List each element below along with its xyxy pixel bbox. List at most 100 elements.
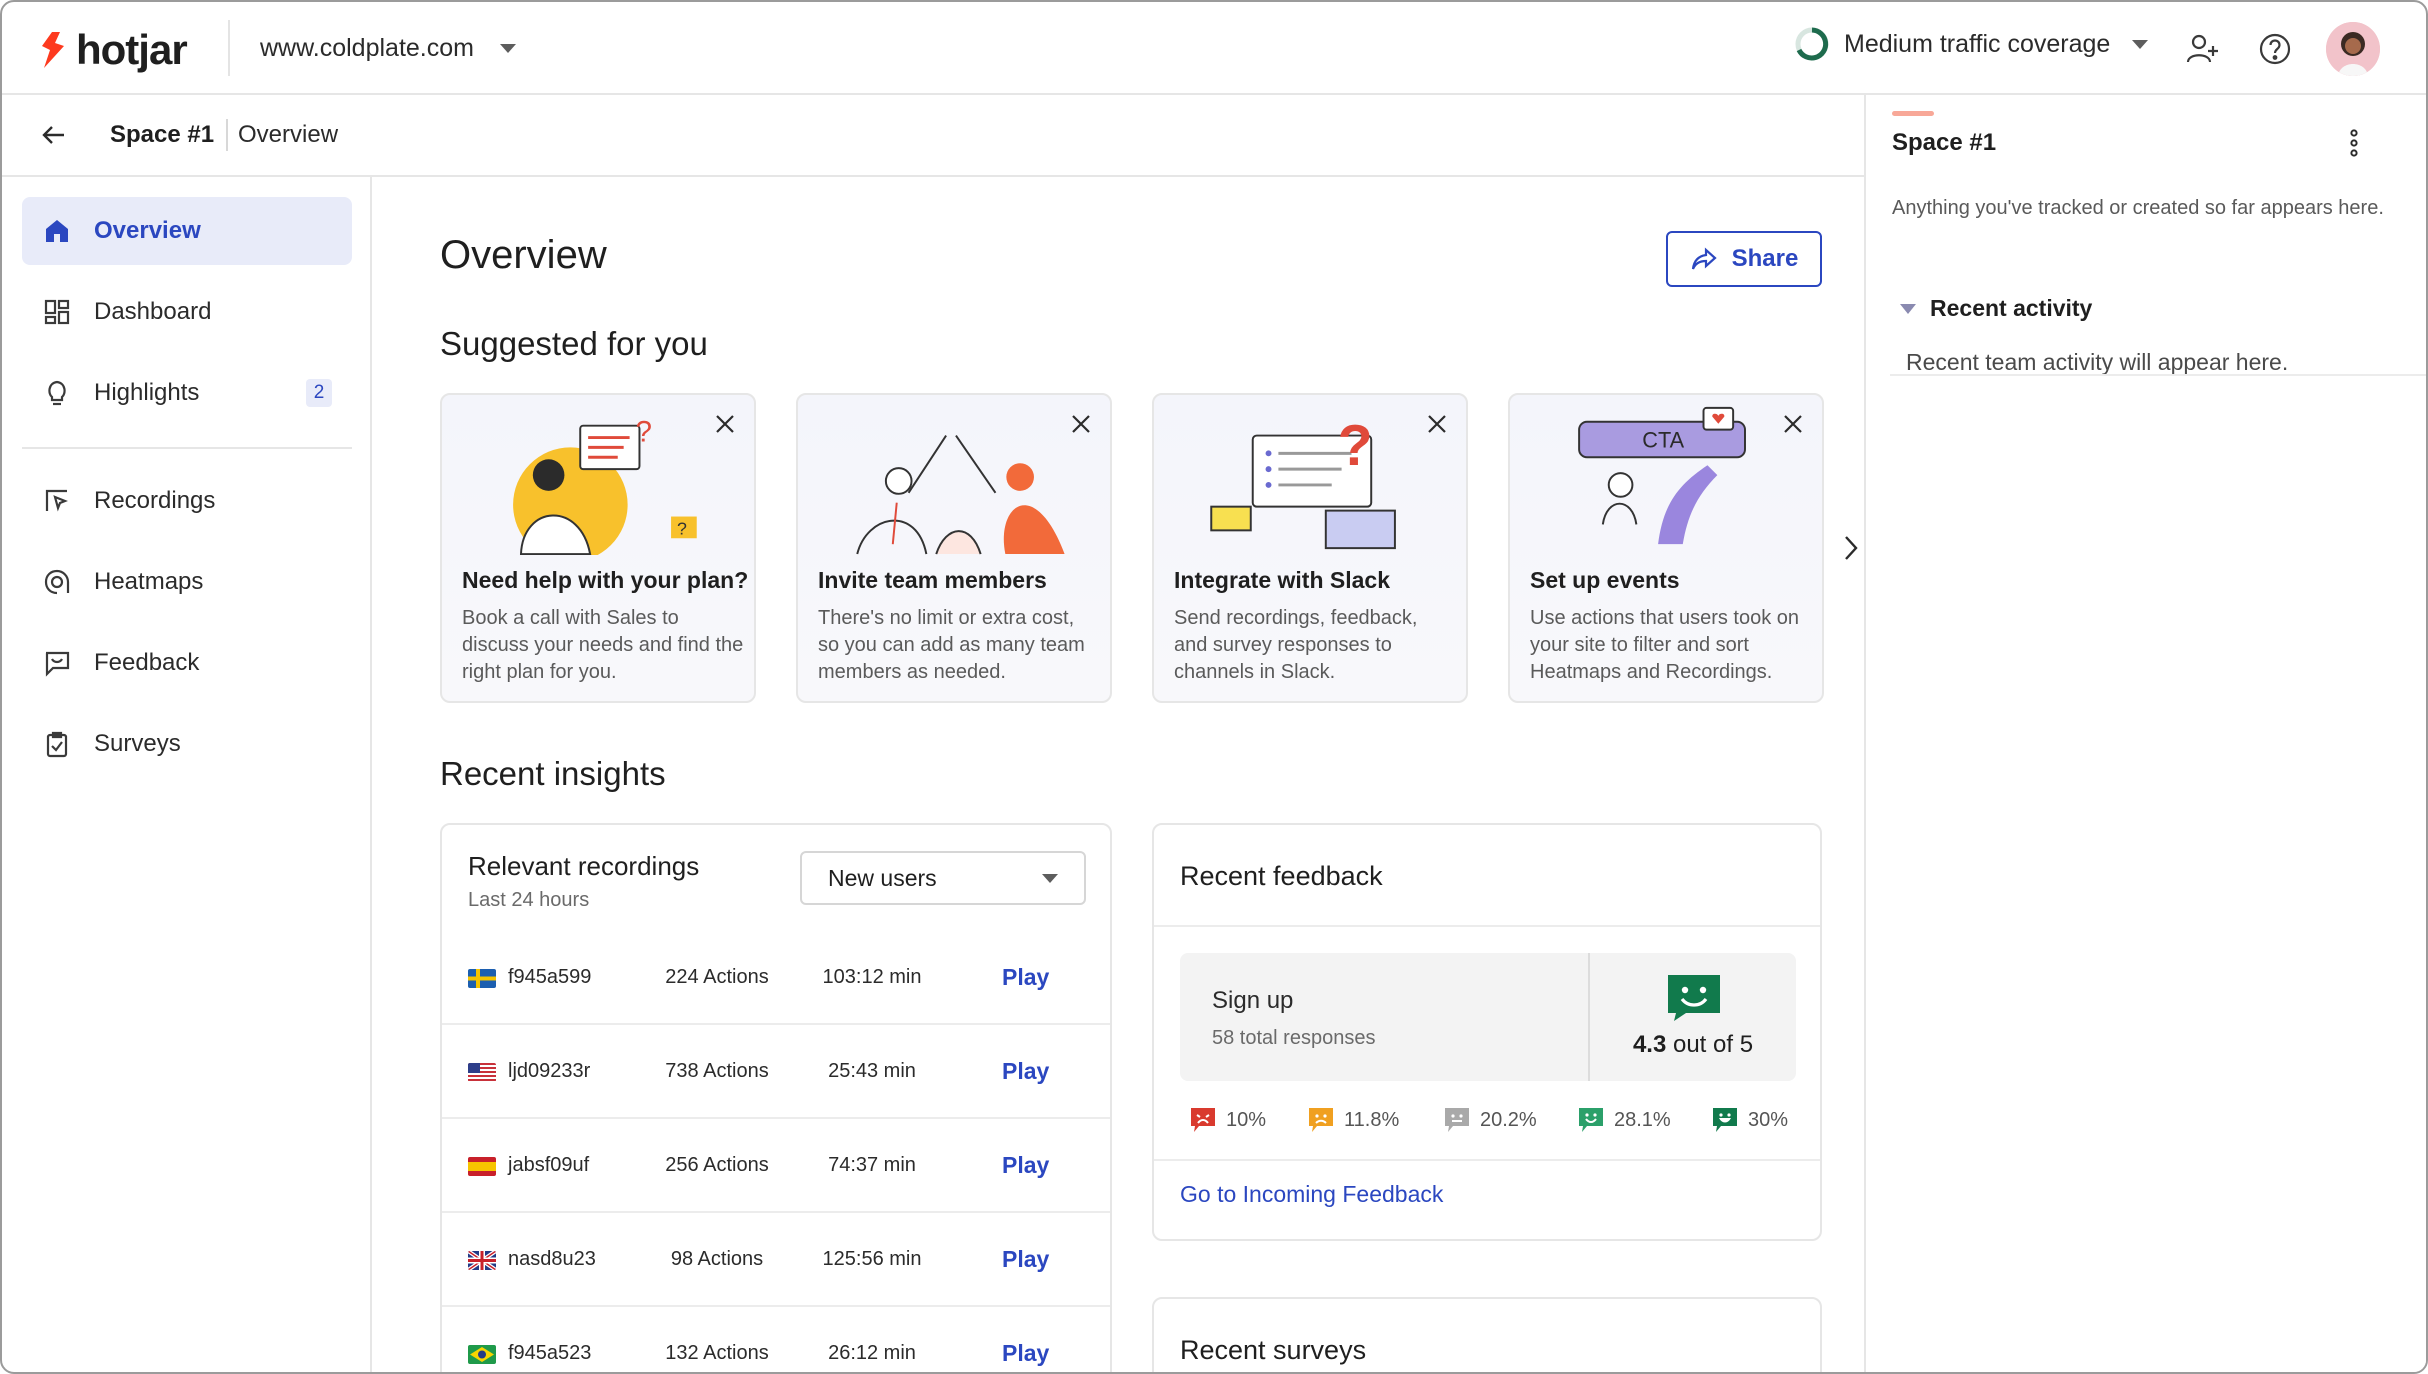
user-segment-select[interactable]: New users	[800, 851, 1086, 905]
sidebar-item-label: Feedback	[94, 649, 200, 676]
feedback-divider	[1154, 1159, 1820, 1161]
play-button[interactable]: Play	[1002, 1340, 1049, 1367]
rating-very-bad: 10%	[1190, 1107, 1266, 1133]
heatmaps-icon	[42, 567, 72, 597]
recording-duration: 74:37 min	[828, 1154, 916, 1176]
suggestion-body: There's no limit or extra cost, so you c…	[818, 607, 1085, 683]
site-selector[interactable]: www.coldplate.com	[228, 20, 516, 76]
sweden-flag-icon	[468, 969, 496, 988]
feedback-summary[interactable]: Sign up 58 total responses 4.3 out of 5	[1180, 953, 1796, 1081]
panel-description: Anything you've tracked or created so fa…	[1892, 197, 2384, 219]
back-button[interactable]	[38, 119, 70, 156]
suggestions-next-button[interactable]	[1840, 533, 1862, 568]
coverage-label: Medium traffic coverage	[1844, 29, 2111, 58]
feedback-icon	[42, 648, 72, 678]
sidebar-item-recordings[interactable]: Recordings	[22, 467, 352, 535]
play-button[interactable]: Play	[1002, 1246, 1049, 1273]
recording-id: nasd8u23	[508, 1248, 596, 1270]
recording-actions: 738 Actions	[665, 1060, 769, 1082]
play-button[interactable]: Play	[1002, 1152, 1049, 1179]
incoming-feedback-link[interactable]: Go to Incoming Feedback	[1180, 1181, 1443, 1208]
suggestion-title: Invite team members	[818, 567, 1047, 593]
table-row[interactable]: f945a599 224 Actions 103:12 min Play	[442, 931, 1110, 1025]
sidebar-item-surveys[interactable]: Surveys	[22, 710, 352, 778]
slack-integration-illustration: ?	[1210, 414, 1396, 550]
user-segment-value: New users	[828, 864, 937, 891]
sidebar-item-heatmaps[interactable]: Heatmaps	[22, 548, 352, 616]
sidebar-item-highlights[interactable]: Highlights 2	[22, 359, 352, 427]
share-button[interactable]: Share	[1666, 231, 1822, 287]
uk-flag-icon	[468, 1251, 496, 1270]
dashboard-icon	[42, 297, 72, 327]
chevron-down-icon	[2132, 39, 2149, 49]
page-title: Overview	[440, 233, 607, 277]
feedback-card-title: Recent feedback	[1180, 861, 1383, 891]
sidebar-item-label: Dashboard	[94, 298, 212, 325]
help-button[interactable]	[2254, 28, 2296, 70]
breadcrumb-divider	[226, 119, 228, 151]
recording-duration: 25:43 min	[828, 1060, 916, 1082]
sad-face-icon	[1309, 1108, 1333, 1132]
recording-actions: 224 Actions	[665, 966, 769, 988]
suggestion-card-slack[interactable]: ? Integrate with Slack Send recordings, …	[1152, 393, 1468, 703]
sidebar-item-overview[interactable]: Overview	[22, 197, 352, 265]
relevant-recordings-card: Relevant recordings Last 24 hours New us…	[440, 823, 1112, 1372]
invite-user-button[interactable]	[2182, 28, 2224, 70]
app-window: hotjar www.coldplate.com Medium traffic …	[0, 0, 2428, 1374]
brazil-flag-icon	[468, 1345, 496, 1364]
suggestion-card-invite[interactable]: Invite team members There's no limit or …	[796, 393, 1112, 703]
recent-activity-toggle[interactable]: Recent activity	[1900, 295, 2092, 322]
recordings-card-subtitle: Last 24 hours	[468, 889, 590, 911]
sidebar-item-label: Highlights	[94, 379, 200, 406]
play-button[interactable]: Play	[1002, 964, 1049, 991]
traffic-coverage-selector[interactable]: Medium traffic coverage	[1794, 26, 2149, 62]
sidebar-item-feedback[interactable]: Feedback	[22, 629, 352, 697]
panel-divider	[1890, 374, 2426, 376]
rating-bad: 11.8%	[1308, 1107, 1399, 1133]
chevron-down-icon	[1042, 873, 1058, 883]
home-icon	[42, 216, 72, 246]
spain-flag-icon	[468, 1157, 496, 1176]
neutral-face-icon	[1445, 1108, 1469, 1132]
suggested-title: Suggested for you	[440, 325, 708, 362]
suggestion-card-plan[interactable]: ? ? Need help with your plan? Book a cal…	[440, 393, 756, 703]
suggestion-card-events[interactable]: CTA Set up events Use actions that users…	[1508, 393, 1824, 703]
rating-percent: 20.2%	[1480, 1108, 1537, 1131]
share-label: Share	[1731, 245, 1799, 272]
play-button[interactable]: Play	[1002, 1058, 1049, 1085]
add-user-icon	[2186, 34, 2218, 63]
table-row[interactable]: jabsf09uf 256 Actions 74:37 min Play	[442, 1119, 1110, 1213]
suggestion-title: Set up events	[1530, 567, 1680, 593]
rating-percent: 10%	[1226, 1108, 1267, 1131]
recording-duration: 103:12 min	[822, 966, 922, 988]
panel-menu-button[interactable]	[2346, 127, 2362, 164]
feedback-score: 4.3 out of 5	[1590, 1031, 1796, 1059]
high-five-illustration	[856, 435, 1065, 555]
happy-face-icon	[1668, 975, 1720, 1021]
usa-flag-icon	[468, 1063, 496, 1082]
sidebar-item-dashboard[interactable]: Dashboard	[22, 278, 352, 346]
suggestion-body: Book a call with Sales to discuss your n…	[462, 607, 744, 683]
help-icon	[2259, 33, 2291, 65]
feedback-score-suffix: out of 5	[1672, 1031, 1754, 1058]
recent-activity-label: Recent activity	[1930, 295, 2093, 321]
svg-text:?: ?	[677, 518, 687, 538]
hotjar-logo[interactable]: hotjar	[38, 26, 188, 74]
sidebar-item-label: Overview	[94, 217, 201, 244]
recording-id: jabsf09uf	[508, 1154, 590, 1176]
suggestion-title: Integrate with Slack	[1174, 567, 1391, 593]
surveys-card-title: Recent surveys	[1180, 1335, 1367, 1365]
rating-percent: 11.8%	[1344, 1108, 1400, 1131]
table-row[interactable]: nasd8u23 98 Actions 125:56 min Play	[442, 1213, 1110, 1307]
user-avatar[interactable]	[2326, 22, 2380, 76]
feedback-divider	[1154, 925, 1820, 927]
recording-duration: 125:56 min	[822, 1248, 922, 1270]
sidebar: Overview Dashboard Highlights 2 Recordin…	[2, 177, 372, 1372]
top-actions	[2182, 22, 2380, 76]
table-row[interactable]: ljd09233r 738 Actions 25:43 min Play	[442, 1025, 1110, 1119]
table-row[interactable]: f945a523 132 Actions 26:12 min Play	[442, 1307, 1110, 1372]
breadcrumb-space[interactable]: Space #1	[110, 121, 214, 149]
panel-title: Space #1	[1892, 129, 1997, 156]
site-name: www.coldplate.com	[260, 33, 474, 62]
suggestion-body: Send recordings, feedback, and survey re…	[1174, 607, 1418, 683]
